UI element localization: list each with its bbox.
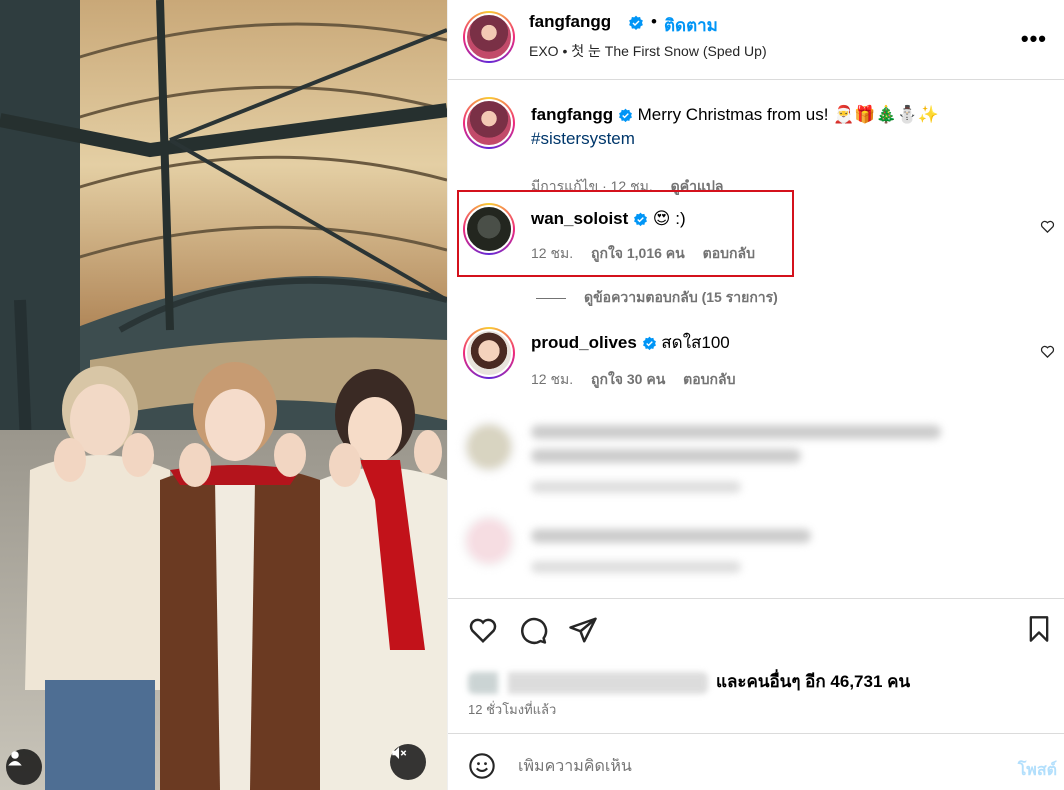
speaker-muted-icon <box>392 747 407 759</box>
like-comment-heart-icon[interactable] <box>1040 344 1055 359</box>
post-header: fangfangg • ติดตาม EXO • 첫 눈 The First S… <box>448 0 1064 80</box>
view-replies-link[interactable]: ดูข้อความตอบกลับ (15 รายการ) <box>536 287 778 309</box>
hashtag-link[interactable]: #sistersystem <box>531 129 635 148</box>
commenter-avatar[interactable] <box>463 203 515 255</box>
verified-badge-icon <box>642 336 656 351</box>
add-comment-bar: โพสต์ <box>448 733 1064 790</box>
comment-time: 12 ชม. <box>531 245 574 261</box>
post-comment-button[interactable]: โพสต์ <box>1018 758 1057 783</box>
share-send-icon[interactable] <box>568 615 598 645</box>
blurred-liker-names <box>468 671 708 694</box>
mute-toggle-button[interactable] <box>390 744 426 780</box>
post-details-panel: fangfangg • ติดตาม EXO • 첫 눈 The First S… <box>447 0 1064 790</box>
reply-button[interactable]: ตอบกลับ <box>703 245 755 261</box>
comment-text: สดใส100 <box>661 333 730 352</box>
author-avatar[interactable] <box>463 11 515 63</box>
emoji-icon[interactable] <box>468 752 496 780</box>
reply-button[interactable]: ตอบกลับ <box>683 371 735 387</box>
more-options-icon[interactable]: ••• <box>1021 26 1047 52</box>
follow-button[interactable]: ติดตาม <box>664 12 718 39</box>
verified-badge-icon <box>618 108 632 123</box>
user-icon <box>8 751 22 766</box>
save-bookmark-icon[interactable] <box>1025 615 1053 643</box>
author-avatar[interactable] <box>463 97 515 149</box>
comments-list[interactable]: fangfangg Merry Christmas from us! 🎅🎁🎄⛄✨… <box>448 80 1064 597</box>
caption-text: Merry Christmas from us! 🎅🎁🎄⛄✨ <box>637 105 939 124</box>
comment-text: 😍 :) <box>652 209 686 228</box>
like-heart-icon[interactable] <box>468 615 498 645</box>
audio-track-link[interactable]: EXO • 첫 눈 The First Snow (Sped Up) <box>529 41 767 61</box>
post-actions <box>448 598 1064 648</box>
commenter-avatar <box>463 421 515 473</box>
caption-username[interactable]: fangfangg <box>531 105 613 124</box>
comment-likes-link[interactable]: ถูกใจ 1,016 คน <box>591 245 685 261</box>
video-frame <box>0 0 447 790</box>
comment-input[interactable] <box>518 758 978 776</box>
likes-summary[interactable]: และคนอื่นๆ อีก 46,731 คน <box>468 668 910 695</box>
post-time: 12 ชั่วโมงที่แล้ว <box>468 702 557 717</box>
replies-divider-line <box>536 297 566 299</box>
post-media[interactable] <box>0 0 447 790</box>
like-comment-heart-icon[interactable] <box>1040 219 1055 234</box>
verified-badge-icon <box>629 15 643 30</box>
verified-badge-icon <box>634 212 647 227</box>
commenter-avatar <box>463 515 515 567</box>
commenter-username[interactable]: wan_soloist <box>531 209 628 228</box>
author-username[interactable]: fangfangg <box>529 12 611 32</box>
commenter-avatar[interactable] <box>463 327 515 379</box>
tagged-users-button[interactable] <box>6 749 42 785</box>
separator-dot: • <box>651 12 657 31</box>
comment-likes-link[interactable]: ถูกใจ 30 คน <box>591 371 665 387</box>
comment-bubble-icon[interactable] <box>518 615 548 645</box>
comment-time: 12 ชม. <box>531 371 574 387</box>
commenter-username[interactable]: proud_olives <box>531 333 637 352</box>
